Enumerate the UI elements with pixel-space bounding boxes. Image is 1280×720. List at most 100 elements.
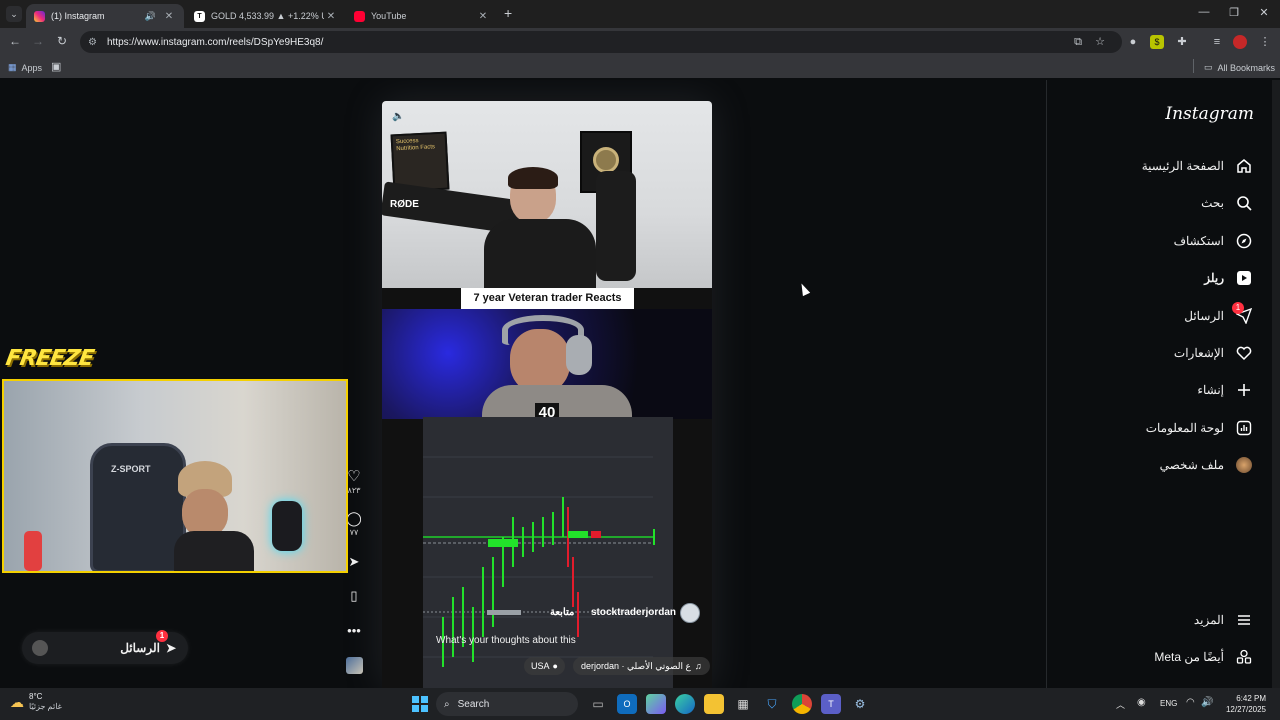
windows-start-icon[interactable] (410, 694, 430, 714)
trader-person (480, 167, 600, 288)
mute-icon[interactable]: 🔈 (392, 111, 404, 122)
extension-circle-icon[interactable]: ● (1126, 35, 1140, 49)
instagram-page: 🔈 Success Nutrition Facts RØDE 7 year Ve… (0, 80, 1272, 688)
close-tab-icon[interactable]: ✕ (162, 11, 176, 22)
browser-toolbar: ← → ↻ ⚙ https://www.instagram.com/reels/… (0, 28, 1280, 56)
site-info-icon[interactable]: ⚙ (88, 37, 97, 48)
streamer-person (174, 461, 254, 571)
rode-label: RØDE (390, 199, 419, 210)
speaker-icon[interactable]: 🔊 (145, 11, 156, 22)
tray-chevron-icon[interactable]: ︿ (1116, 698, 1125, 711)
wifi-icon[interactable]: ◠ (1186, 697, 1195, 708)
volume-icon[interactable]: 🔊 (1201, 697, 1213, 708)
back-icon[interactable]: ← (6, 34, 24, 48)
author-avatar[interactable] (680, 603, 700, 623)
location-pin-icon: ● (552, 661, 558, 671)
task-view-icon[interactable]: ▭ (588, 694, 608, 714)
taskbar-search[interactable]: ⌕ Search (436, 692, 578, 716)
messages-pill[interactable]: الرسائل ➤ 1 (22, 630, 188, 664)
all-bookmarks-label: All Bookmarks (1217, 62, 1276, 73)
weather-widget[interactable]: ☁ 8°C غائم جزئيًا (10, 692, 62, 712)
office-chair (596, 171, 636, 281)
nav-reels[interactable]: ريلز (1204, 266, 1254, 290)
messages-pill-label: الرسائل (120, 641, 160, 655)
plus-icon (1234, 380, 1254, 400)
nav-dashboard[interactable]: لوحة المعلومات (1146, 416, 1254, 440)
follow-button[interactable]: متابعة (550, 607, 574, 618)
close-window-icon[interactable]: ✕ (1250, 6, 1278, 19)
edge-icon[interactable] (675, 694, 695, 714)
audio-chip[interactable]: ♫ ع الصوتي الأصلي · derjordan (573, 657, 710, 675)
steam-icon[interactable]: ⚙ (850, 694, 870, 714)
install-app-icon[interactable]: ⧉ (1071, 35, 1085, 49)
save-button[interactable]: ▯ (343, 587, 365, 605)
copilot-icon[interactable] (646, 694, 666, 714)
language-indicator[interactable]: ENG (1160, 699, 1177, 708)
tab-strip: ⌄ (1) Instagram 🔊 ✕ T GOLD 4,533.99 ▲ +1… (0, 0, 1280, 28)
apps-bookmark[interactable]: ▦ Apps (8, 62, 42, 73)
reels-icon (1234, 268, 1254, 288)
address-bar[interactable]: ⚙ https://www.instagram.com/reels/DSpYe9… (80, 31, 1122, 53)
forward-icon[interactable]: → (29, 34, 47, 48)
nav-explore[interactable]: استكشاف (1174, 229, 1254, 253)
nav-home[interactable]: الصفحة الرئيسية (1142, 154, 1254, 178)
bookmark-star-icon[interactable]: ☆ (1093, 35, 1107, 49)
nav-notifications[interactable]: الإشعارات (1174, 341, 1254, 365)
nav-create[interactable]: إنشاء (1197, 378, 1254, 402)
location-chip[interactable]: ● USA (524, 657, 565, 675)
tradingview-favicon-icon: T (194, 10, 205, 22)
comment-icon: ◯ (346, 510, 362, 526)
tab-instagram[interactable]: (1) Instagram 🔊 ✕ (26, 4, 184, 28)
chair-brand: Z-SPORT (111, 464, 151, 474)
restore-icon[interactable]: ❐ (1220, 6, 1248, 19)
reload-icon[interactable]: ↻ (53, 34, 71, 48)
chrome-icon[interactable] (792, 694, 812, 714)
new-tab-button[interactable]: + (504, 5, 512, 21)
author-username[interactable]: stocktraderjordan (591, 607, 676, 618)
nav-messages[interactable]: 1 الرسائل (1184, 302, 1254, 328)
tab-search-button[interactable]: ⌄ (6, 6, 22, 22)
caption-text: What's your thoughts about this (436, 635, 576, 646)
messages-avatar (32, 640, 48, 656)
more-options-button[interactable]: ••• (343, 622, 365, 640)
clock[interactable]: 6:42 PM 12/27/2025 (1222, 693, 1266, 715)
search-icon: ⌕ (444, 698, 450, 710)
close-tab-icon[interactable]: ✕ (324, 11, 338, 22)
nav-profile[interactable]: ملف شخصي (1160, 453, 1254, 477)
audio-thumbnail[interactable] (346, 657, 363, 674)
search-icon (1234, 193, 1254, 213)
folder-icon: ▭ (1204, 62, 1213, 72)
tab-groups-icon[interactable]: ▣ (51, 60, 61, 73)
youtube-favicon-icon (354, 10, 365, 22)
reading-list-icon[interactable]: ≡ (1210, 35, 1224, 49)
instagram-logo[interactable]: Instagram (1165, 104, 1254, 124)
menu-kebab-icon[interactable]: ⋮ (1258, 35, 1272, 49)
tab-youtube[interactable]: YouTube ✕ (346, 4, 498, 28)
profile-avatar-icon[interactable] (1233, 35, 1247, 49)
defender-icon[interactable]: ⛉ (762, 694, 782, 714)
file-explorer-icon[interactable] (704, 694, 724, 714)
dashboard-icon (1234, 418, 1254, 438)
extension-dollar-icon[interactable]: $ (1150, 35, 1164, 49)
nav-more[interactable]: المزيد (1194, 608, 1254, 632)
close-tab-icon[interactable]: ✕ (476, 11, 490, 22)
minimize-icon[interactable]: — (1190, 6, 1218, 18)
weather-temp: 8°C (29, 692, 43, 701)
all-bookmarks[interactable]: ▭ All Bookmarks (1204, 62, 1275, 73)
discord-tray-icon[interactable]: ◉ (1137, 697, 1146, 708)
outlook-icon[interactable]: O (617, 694, 637, 714)
tab-gold[interactable]: T GOLD 4,533.99 ▲ +1.22% Unn ✕ (186, 4, 346, 28)
messages-pill-badge: 1 (156, 630, 168, 642)
reel-video[interactable]: 🔈 Success Nutrition Facts RØDE 7 year Ve… (382, 101, 712, 688)
extensions-puzzle-icon[interactable]: ✚ (1175, 35, 1189, 49)
teams-icon[interactable]: T (821, 694, 841, 714)
heart-icon: ♡ (347, 468, 361, 485)
location-label: USA (531, 661, 550, 671)
hamburger-icon (1234, 610, 1254, 630)
webcam-overlay: Z-SPORT (2, 379, 348, 573)
nav-search[interactable]: بحث (1201, 191, 1254, 215)
store-icon[interactable]: ▦ (733, 694, 753, 714)
page-scrollbar[interactable] (1272, 80, 1280, 688)
clock-date: 12/27/2025 (1225, 705, 1266, 714)
nav-also-from-meta[interactable]: أيضًا من Meta (1154, 645, 1254, 669)
